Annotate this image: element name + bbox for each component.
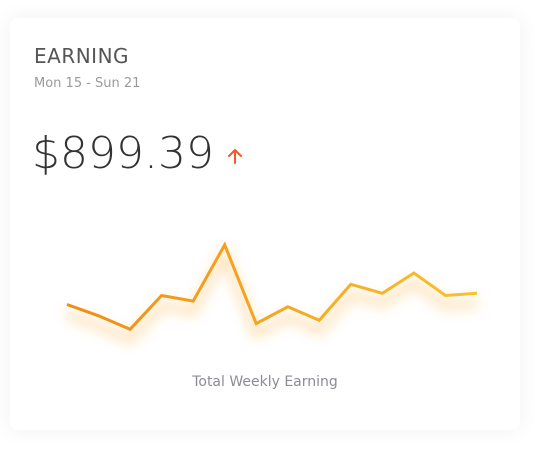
arrow-up-icon [226, 147, 244, 165]
data-point [317, 318, 321, 322]
data-point [65, 303, 69, 307]
earning-amount: $899.39 [32, 128, 214, 179]
data-point [349, 282, 353, 286]
chart-caption: Total Weekly Earning [192, 374, 338, 390]
data-point [443, 294, 447, 298]
data-point [254, 322, 258, 326]
series-line-shadow [65, 245, 478, 345]
data-point [223, 243, 227, 247]
data-point [191, 299, 195, 303]
data-point [475, 291, 479, 295]
amount-row: $899.39 [32, 128, 244, 179]
data-point [412, 271, 416, 275]
data-point [380, 291, 384, 295]
data-point [160, 294, 164, 298]
data-point [286, 305, 290, 309]
earning-card: EARNING Mon 15 - Sun 21 $899.39 Total We… [10, 18, 520, 430]
earning-line-chart [65, 241, 479, 345]
card-title: EARNING [34, 44, 130, 68]
data-point [97, 314, 101, 318]
data-point [128, 327, 132, 331]
date-range: Mon 15 - Sun 21 [34, 76, 141, 91]
